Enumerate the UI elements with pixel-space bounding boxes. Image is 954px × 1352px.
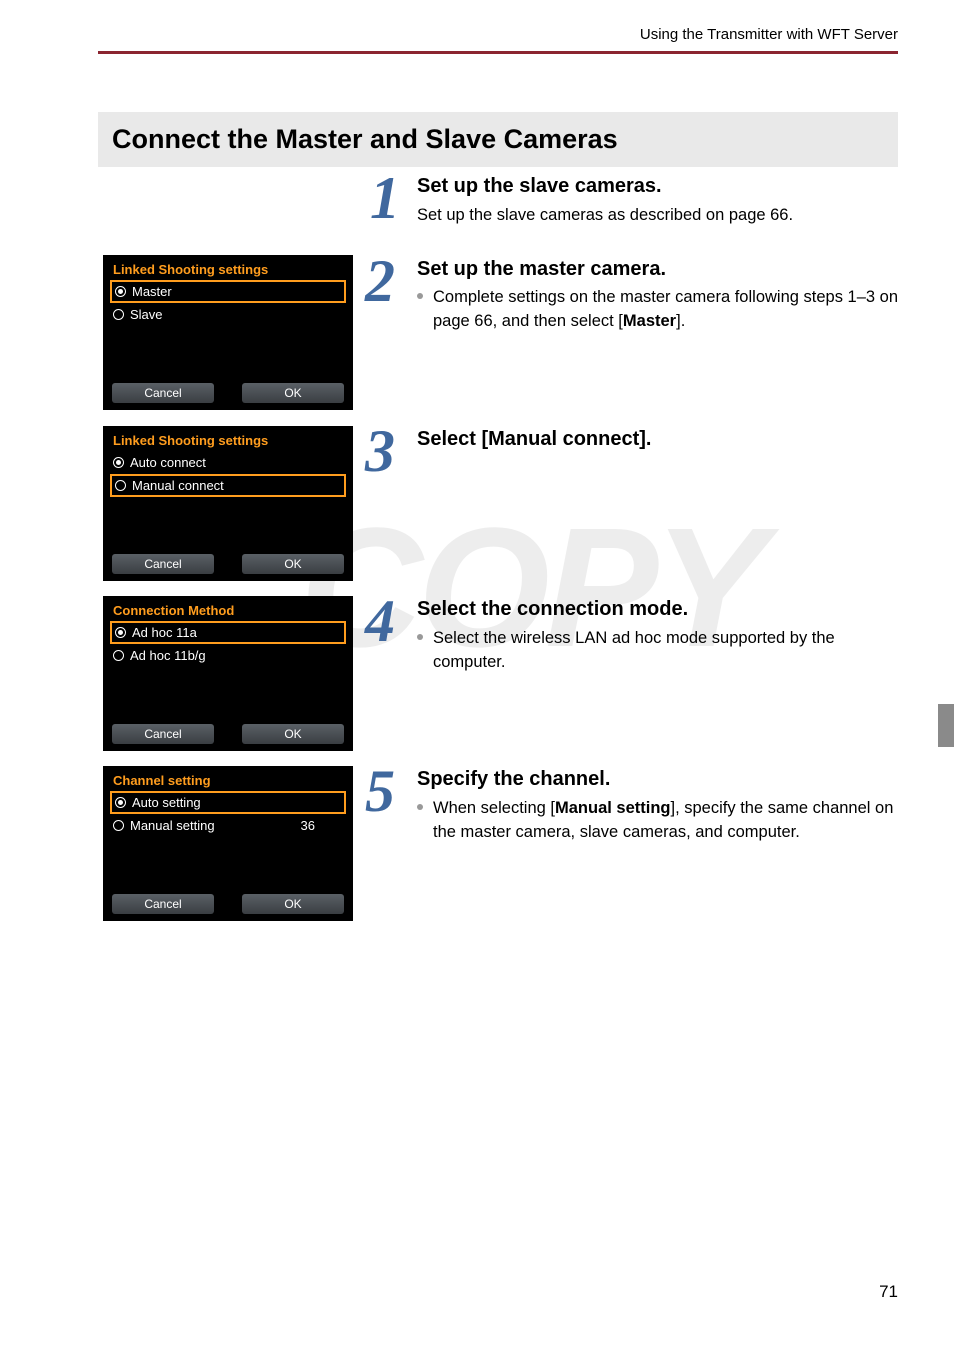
radio-manual-connect-label: Manual connect (132, 478, 224, 493)
radio-auto-setting[interactable]: Auto setting (110, 791, 346, 814)
manual-setting-value: 36 (301, 818, 315, 833)
step-1-body: Set up the slave cameras as described on… (417, 204, 898, 228)
ok-button[interactable]: OK (242, 724, 344, 744)
header-divider (98, 51, 898, 58)
screen4-title: Connection Method (105, 598, 351, 621)
cancel-button[interactable]: Cancel (112, 554, 214, 574)
step-number-5: 5 (365, 761, 395, 821)
ok-button[interactable]: OK (242, 554, 344, 574)
screen-connect-type: Linked Shooting settings Auto connect Ma… (103, 426, 353, 581)
ok-button[interactable]: OK (242, 383, 344, 403)
radio-off-icon (113, 309, 124, 320)
header-breadcrumb: Using the Transmitter with WFT Server (640, 26, 898, 43)
radio-on-icon (115, 797, 126, 808)
bullet-icon (417, 634, 423, 640)
cancel-button[interactable]: Cancel (112, 724, 214, 744)
section-title: Connect the Master and Slave Cameras (98, 112, 898, 167)
radio-auto-connect[interactable]: Auto connect (105, 451, 351, 474)
step-2-body: Complete settings on the master camera f… (417, 286, 898, 338)
page-number: 71 (879, 1282, 898, 1302)
screen5-title: Channel setting (105, 768, 351, 791)
screen-master-slave: Linked Shooting settings Master Slave Ca… (103, 255, 353, 410)
radio-on-icon (115, 286, 126, 297)
radio-adhoc-11bg-label: Ad hoc 11b/g (130, 648, 206, 663)
radio-slave-label: Slave (130, 307, 163, 322)
cancel-button[interactable]: Cancel (112, 894, 214, 914)
radio-manual-setting-label: Manual setting (130, 818, 215, 833)
radio-on-icon (113, 457, 124, 468)
cancel-button[interactable]: Cancel (112, 383, 214, 403)
radio-slave[interactable]: Slave (105, 303, 351, 326)
bullet-icon (417, 293, 423, 299)
screen2-title: Linked Shooting settings (105, 257, 351, 280)
step-number-3: 3 (365, 421, 395, 481)
radio-auto-setting-label: Auto setting (132, 795, 201, 810)
radio-adhoc-11a[interactable]: Ad hoc 11a (110, 621, 346, 644)
step-number-4: 4 (365, 591, 395, 651)
step-5-body: When selecting [Manual setting], specify… (417, 797, 898, 849)
step-1-title: Set up the slave cameras. (417, 175, 662, 198)
step-3-title: Select [Manual connect]. (417, 428, 652, 451)
radio-off-icon (113, 820, 124, 831)
bullet-icon (417, 804, 423, 810)
step-number-1: 1 (370, 168, 400, 228)
screen-connection-method: Connection Method Ad hoc 11a Ad hoc 11b/… (103, 596, 353, 751)
radio-auto-connect-label: Auto connect (130, 455, 206, 470)
radio-off-icon (115, 480, 126, 491)
radio-adhoc-11bg[interactable]: Ad hoc 11b/g (105, 644, 351, 667)
step-5-title: Specify the channel. (417, 768, 610, 791)
radio-manual-setting[interactable]: Manual setting 36 (105, 814, 351, 837)
step-4-body: Select the wireless LAN ad hoc mode supp… (417, 627, 898, 679)
radio-manual-connect[interactable]: Manual connect (110, 474, 346, 497)
radio-adhoc-11a-label: Ad hoc 11a (132, 625, 197, 640)
radio-off-icon (113, 650, 124, 661)
radio-master[interactable]: Master (110, 280, 346, 303)
screen-channel-setting: Channel setting Auto setting Manual sett… (103, 766, 353, 921)
step-2-title: Set up the master camera. (417, 258, 666, 281)
radio-master-label: Master (132, 284, 172, 299)
radio-on-icon (115, 627, 126, 638)
screen3-title: Linked Shooting settings (105, 428, 351, 451)
side-tab-marker (938, 704, 954, 747)
step-number-2: 2 (365, 251, 395, 311)
step-4-title: Select the connection mode. (417, 598, 688, 621)
ok-button[interactable]: OK (242, 894, 344, 914)
